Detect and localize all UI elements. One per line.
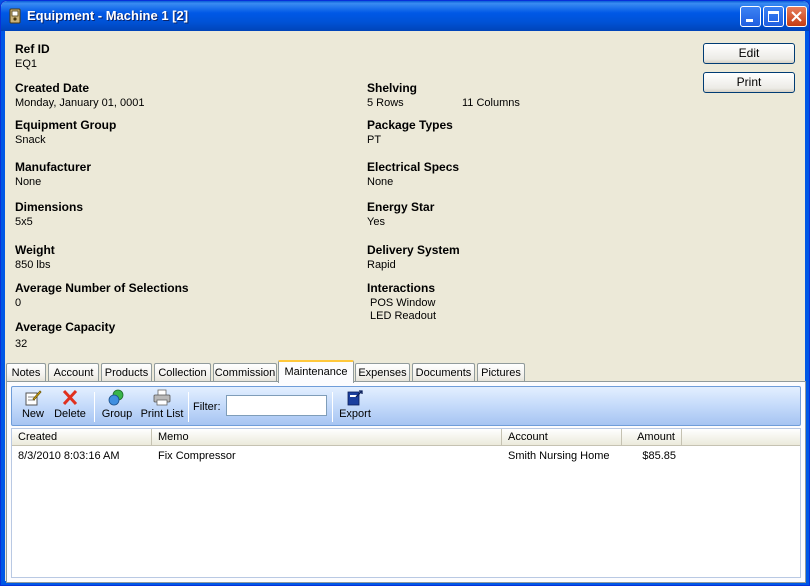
delivery-system-value: Rapid <box>367 259 396 271</box>
cell-memo: Fix Compressor <box>158 450 236 462</box>
filter-input[interactable] <box>226 395 327 416</box>
avg-capacity-value: 32 <box>15 338 28 350</box>
toolbar-separator <box>188 392 189 422</box>
avg-selections-value: 0 <box>15 297 22 309</box>
group-label: Group <box>101 408 133 420</box>
window-title: Equipment - Machine 1 [2] <box>27 8 189 23</box>
printer-icon <box>153 389 171 406</box>
energy-star-label: Energy Star <box>367 200 435 214</box>
shelving-rows-value: 5 Rows <box>367 97 404 109</box>
window-frame-left <box>1 31 5 585</box>
title-bar[interactable]: Equipment - Machine 1 [2] <box>1 1 809 31</box>
interaction-item: POS Window <box>370 297 436 309</box>
maintenance-grid: Created Memo Account Amount 8/3/2010 8:0… <box>11 428 801 578</box>
new-icon <box>25 390 42 406</box>
toolbar-separator <box>332 392 333 422</box>
toolbar-separator <box>94 392 95 422</box>
tab-account[interactable]: Account <box>48 363 99 382</box>
equipment-app-icon <box>9 8 21 24</box>
export-label: Export <box>339 408 371 420</box>
avg-capacity-label: Average Capacity <box>15 320 116 334</box>
maximize-button[interactable] <box>763 6 784 27</box>
ref-id-label: Ref ID <box>15 42 50 56</box>
weight-value: 850 lbs <box>15 259 51 271</box>
tab-pictures[interactable]: Pictures <box>477 363 525 382</box>
shelving-columns-value: 11 Columns <box>462 97 520 109</box>
column-header-amount[interactable]: Amount <box>622 429 682 446</box>
minimize-button[interactable] <box>740 6 761 27</box>
print-button[interactable]: Print <box>703 72 795 93</box>
shelving-label: Shelving <box>367 81 418 95</box>
close-button[interactable] <box>786 6 807 27</box>
column-header-created[interactable]: Created <box>12 429 152 446</box>
minimize-icon <box>746 19 753 22</box>
filter-label: Filter: <box>193 401 221 413</box>
delete-button[interactable]: Delete <box>50 389 90 425</box>
edit-button[interactable]: Edit <box>703 43 795 64</box>
group-button[interactable]: Group <box>98 389 136 425</box>
maintenance-panel: New Delete Group Print List Filter: Expo… <box>6 381 806 583</box>
print-list-button[interactable]: Print List <box>136 389 188 425</box>
interactions-label: Interactions <box>367 281 436 295</box>
tab-maintenance[interactable]: Maintenance <box>278 360 354 383</box>
export-icon <box>347 390 363 406</box>
created-date-value: Monday, January 01, 0001 <box>15 97 145 109</box>
electrical-specs-label: Electrical Specs <box>367 160 460 174</box>
grid-header: Created Memo Account Amount <box>12 429 800 446</box>
created-date-label: Created Date <box>15 81 90 95</box>
new-label: New <box>21 408 44 420</box>
interaction-item: LED Readout <box>370 310 437 322</box>
manufacturer-label: Manufacturer <box>15 160 92 174</box>
package-types-label: Package Types <box>367 118 453 132</box>
delivery-system-label: Delivery System <box>367 243 460 257</box>
tab-commission[interactable]: Commission <box>213 363 277 382</box>
tab-documents[interactable]: Documents <box>412 363 475 382</box>
column-header-account[interactable]: Account <box>502 429 622 446</box>
energy-star-value: Yes <box>367 216 385 228</box>
tab-collection[interactable]: Collection <box>154 363 211 382</box>
tab-products[interactable]: Products <box>101 363 152 382</box>
table-row[interactable]: 8/3/2010 8:03:16 AM Fix Compressor Smith… <box>12 447 800 465</box>
tab-expenses[interactable]: Expenses <box>355 363 410 382</box>
equipment-group-value: Snack <box>15 134 46 146</box>
delete-label: Delete <box>54 408 86 420</box>
ref-id-value: EQ1 <box>15 58 38 70</box>
dimensions-value: 5x5 <box>15 216 33 228</box>
cell-created: 8/3/2010 8:03:16 AM <box>18 450 120 462</box>
manufacturer-value: None <box>15 176 42 188</box>
delete-icon <box>62 389 78 406</box>
avg-selections-label: Average Number of Selections <box>15 281 189 295</box>
print-list-label: Print List <box>140 408 184 420</box>
equipment-window: Equipment - Machine 1 [2] Ref ID EQ1 Cre… <box>0 0 810 586</box>
package-types-value: PT <box>367 134 382 146</box>
cell-account: Smith Nursing Home <box>508 450 610 462</box>
maintenance-toolbar: New Delete Group Print List Filter: Expo… <box>11 386 801 426</box>
group-icon <box>108 389 124 406</box>
cell-amount: $85.85 <box>642 450 676 462</box>
close-icon <box>791 11 802 22</box>
equipment-group-label: Equipment Group <box>15 118 117 132</box>
weight-label: Weight <box>15 243 55 257</box>
export-button[interactable]: Export <box>335 389 375 425</box>
maximize-icon <box>768 11 779 22</box>
dimensions-label: Dimensions <box>15 200 84 214</box>
column-header-memo[interactable]: Memo <box>152 429 502 446</box>
new-button[interactable]: New <box>15 389 51 425</box>
electrical-specs-value: None <box>367 176 394 188</box>
tab-notes[interactable]: Notes <box>6 363 46 382</box>
